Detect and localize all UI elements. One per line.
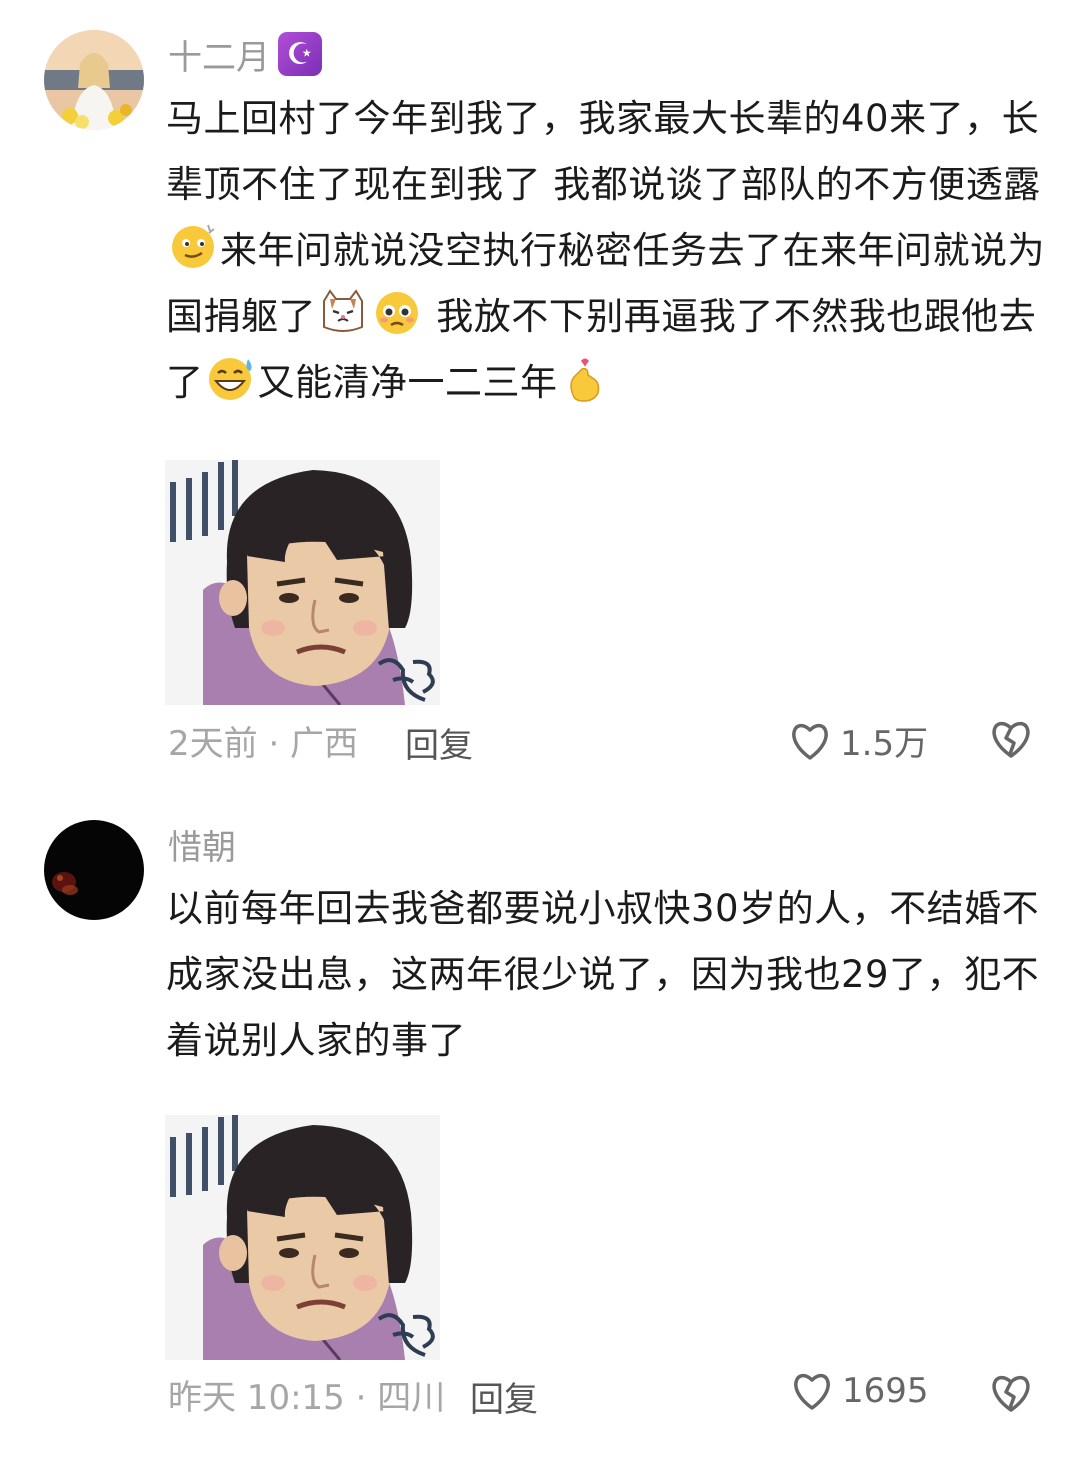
username-text: 惜朝 [168,827,236,868]
comment-text: 马上回村了今年到我了，我家最大长辈的40来了，长辈顶不住了现在到我了 我都说谈了… [166,97,1045,404]
cat-emoji-icon [323,289,363,332]
username[interactable]: 十二月 ☪ [168,32,322,78]
grin-sweat-emoji-icon [208,358,252,400]
like-button[interactable]: 1695 [790,1370,929,1412]
dislike-button[interactable] [988,716,1034,762]
like-button[interactable]: 1.5万 [788,716,928,765]
avatar[interactable] [44,820,144,920]
pleading-emoji-icon [376,292,418,334]
dislike-button[interactable] [988,1370,1034,1416]
reply-button[interactable]: 回复 [470,1372,538,1421]
sticker-image[interactable] [165,1115,440,1361]
like-count: 1.5万 [840,724,929,764]
comment-item: 十二月 ☪ 马上回村了今年到我了，我家最大长辈的40来了，长辈顶不住了现在到我了… [0,0,1080,780]
avatar[interactable] [44,30,144,130]
reply-button[interactable]: 回复 [405,718,473,767]
heart-outline-icon [792,723,828,760]
broken-heart-icon [992,721,1030,758]
heart-outline-icon [794,1373,830,1410]
smirk-emoji-icon [172,224,215,268]
moon-star-badge-icon: ☪ [278,32,322,76]
finger-heart-emoji-icon [569,358,599,402]
username-text: 十二月 [168,37,270,78]
comment-meta: 昨天 10:15 · 四川 [168,1377,446,1418]
comment-text: 以前每年回去我爸都要说小叔快30岁的人，不结婚不成家没出息，这两年很少说了，因为… [166,887,1040,1062]
broken-heart-icon [992,1375,1030,1412]
comment-meta: 2天前 · 广西 [168,723,359,764]
comment-item: 惜朝 以前每年回去我爸都要说小叔快30岁的人，不结婚不成家没出息，这两年很少说了… [0,800,1080,1457]
username[interactable]: 惜朝 [168,822,236,868]
like-count: 1695 [842,1371,929,1411]
sticker-image[interactable] [165,460,440,706]
